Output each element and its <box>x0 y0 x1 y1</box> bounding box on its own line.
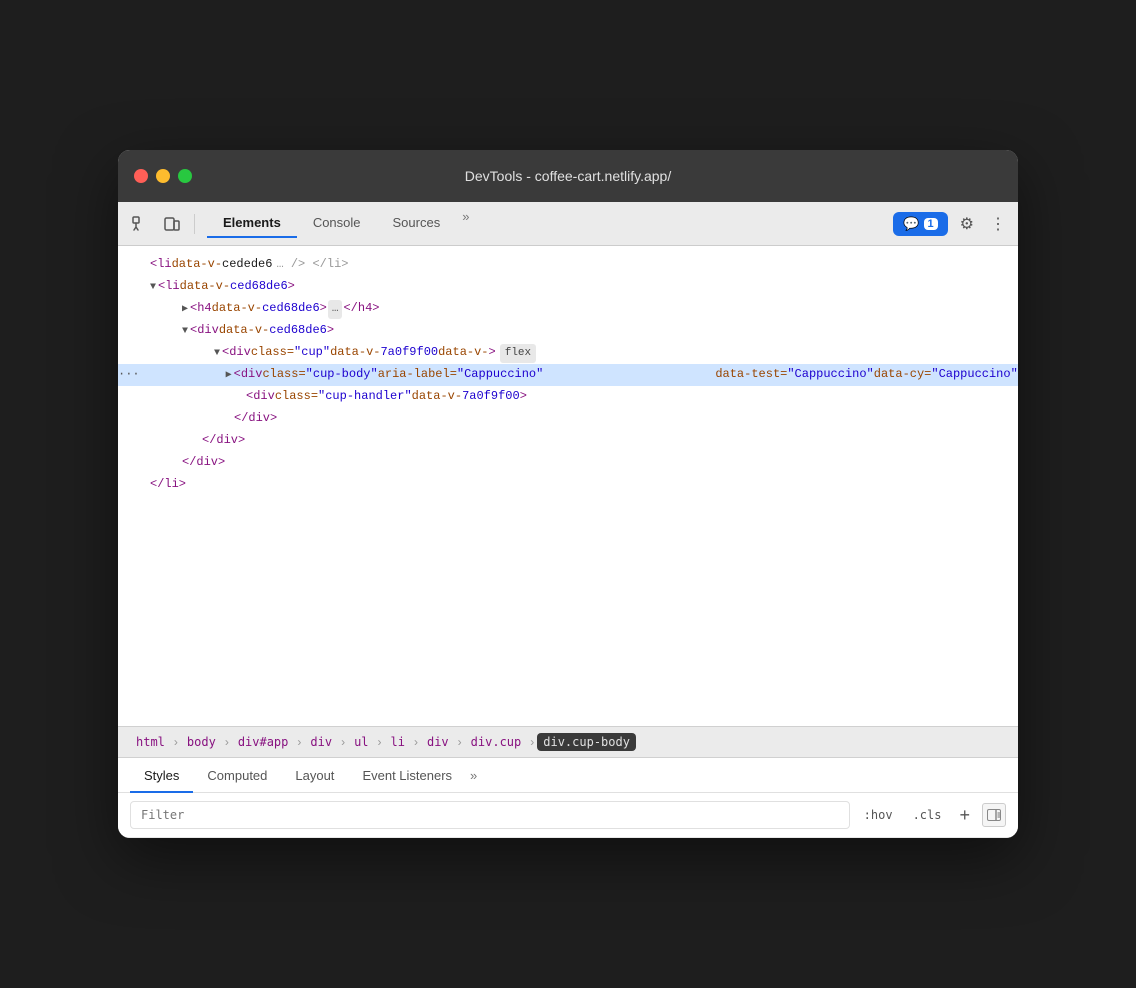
dom-line-div-cup: ▼ <div class="cup" data-v-7a0f9f00 data-… <box>118 342 1018 364</box>
tabs-more-button[interactable]: » <box>456 209 475 238</box>
chat-icon: 💬 <box>903 216 919 232</box>
styles-tabs-more[interactable]: » <box>470 768 477 783</box>
dom-line-div-ced: ▼ <div data-v-ced68de6 > <box>118 320 1018 342</box>
dom-line-cup-handler: <div class="cup-handler" data-v-7a0f9f00… <box>118 386 1018 408</box>
maximize-button[interactable] <box>178 169 192 183</box>
dom-line-cup-body-selected[interactable]: ··· ▶ <div class="cup-body" aria-label="… <box>118 364 1018 386</box>
toolbar-separator <box>194 214 195 234</box>
collapse-triangle-div-cup[interactable]: ▼ <box>214 345 220 362</box>
expand-triangle-h4[interactable]: ▶ <box>182 301 188 318</box>
tab-console[interactable]: Console <box>297 209 377 238</box>
crumb-html[interactable]: html <box>130 733 171 751</box>
h4-ellipsis[interactable]: … <box>328 300 343 319</box>
titlebar: DevTools - coffee-cart.netlify.app/ <box>118 150 1018 202</box>
expand-triangle-cup-body[interactable]: ▶ <box>226 367 232 384</box>
selected-indicator: ··· <box>118 364 140 384</box>
dom-line-li-open: ▼ <li data-v-ced68de6 > <box>118 276 1018 298</box>
settings-button[interactable]: ⚙ <box>956 210 978 238</box>
devtools-window: DevTools - coffee-cart.netlify.app/ Elem… <box>118 150 1018 838</box>
filter-input[interactable] <box>130 801 850 829</box>
dom-line-close-div-2: </div> <box>118 430 1018 452</box>
collapse-triangle-div-ced[interactable]: ▼ <box>182 323 188 340</box>
crumb-div-cup[interactable]: div.cup <box>465 733 528 751</box>
cls-button[interactable]: .cls <box>907 804 948 826</box>
tab-event-listeners[interactable]: Event Listeners <box>348 758 466 793</box>
dom-line-close-div-3: </div> <box>118 452 1018 474</box>
crumb-div-cup-body[interactable]: div.cup-body <box>537 733 636 751</box>
close-button[interactable] <box>134 169 148 183</box>
crumb-div2[interactable]: div <box>421 733 455 751</box>
filter-bar: :hov .cls + <box>118 793 1018 838</box>
minimize-button[interactable] <box>156 169 170 183</box>
hov-button[interactable]: :hov <box>858 804 899 826</box>
tab-styles[interactable]: Styles <box>130 758 193 793</box>
dom-tree-panel: <li data-v- cedede6 … /> </li> ▼ <li dat… <box>118 246 1018 726</box>
device-toolbar-button[interactable] <box>158 210 186 238</box>
window-title: DevTools - coffee-cart.netlify.app/ <box>465 168 671 184</box>
dom-line-close-div-1: </div> <box>118 408 1018 430</box>
traffic-lights <box>134 169 192 183</box>
tab-sources[interactable]: Sources <box>377 209 457 238</box>
crumb-body[interactable]: body <box>181 733 222 751</box>
flex-badge-cup[interactable]: flex <box>500 344 536 363</box>
sidebar-toggle-button[interactable] <box>982 803 1006 827</box>
collapse-triangle-li[interactable]: ▼ <box>150 279 156 296</box>
more-options-button[interactable]: ⋮ <box>986 210 1010 238</box>
styles-tabs: Styles Computed Layout Event Listeners » <box>118 758 1018 793</box>
crumb-ul[interactable]: ul <box>348 733 374 751</box>
tab-layout[interactable]: Layout <box>281 758 348 793</box>
notifications-button[interactable]: 💬 1 <box>893 212 947 236</box>
crumb-div-app[interactable]: div#app <box>232 733 295 751</box>
tab-computed[interactable]: Computed <box>193 758 281 793</box>
crumb-div[interactable]: div <box>304 733 338 751</box>
tab-elements[interactable]: Elements <box>207 209 297 238</box>
devtools-toolbar: Elements Console Sources » 💬 1 ⚙ ⋮ <box>118 202 1018 246</box>
dom-line-h4: ▶ <h4 data-v-ced68de6 > … </h4> <box>118 298 1018 320</box>
breadcrumb-bar: html › body › div#app › div › ul › li › … <box>118 726 1018 758</box>
dom-line-truncated: <li data-v- cedede6 … /> </li> <box>118 254 1018 276</box>
toolbar-right: 💬 1 ⚙ ⋮ <box>893 210 1010 238</box>
crumb-li[interactable]: li <box>385 733 411 751</box>
add-style-button[interactable]: + <box>955 804 974 826</box>
badge-count: 1 <box>924 218 938 230</box>
dom-line-close-li: </li> <box>118 474 1018 496</box>
inspect-element-button[interactable] <box>126 210 154 238</box>
devtools-tabs: Elements Console Sources » <box>207 209 475 238</box>
